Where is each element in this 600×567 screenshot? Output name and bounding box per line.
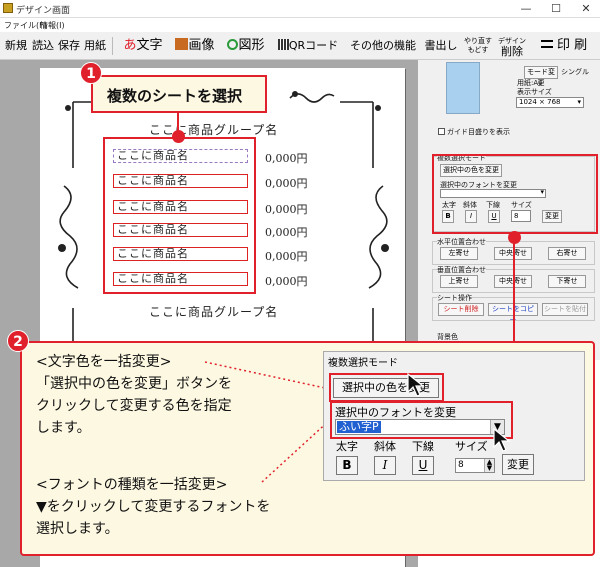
underline-button[interactable]: U — [412, 456, 434, 475]
mouse-cursor-icon — [407, 373, 425, 397]
stepper-arrows-icon[interactable]: ▲ ▼ — [484, 459, 494, 472]
leader-font — [261, 417, 333, 483]
italic-button[interactable]: I — [374, 456, 396, 475]
dotted-leaders — [204, 361, 333, 483]
bold-button[interactable]: B — [336, 456, 358, 475]
size-stepper[interactable]: 8 ▲ ▼ — [455, 458, 495, 473]
bold-label: 太字 — [336, 440, 358, 453]
zoom-multi-select-panel: 複数選択モード 選択中の色を変更 選択中のフォントを変更 ふい字P ▼ 太字 斜… — [323, 351, 585, 481]
italic-label: 斜体 — [374, 440, 396, 453]
mouse-cursor-icon — [493, 428, 511, 452]
apply-button[interactable]: 変更 — [502, 454, 534, 475]
size-value: 8 — [458, 460, 464, 470]
leader-color — [204, 361, 326, 389]
size-label: サイズ — [455, 440, 488, 453]
zoom-title: 複数選択モード — [328, 358, 398, 369]
font-change-highlight — [330, 401, 513, 439]
underline-label: 下線 — [412, 440, 434, 453]
